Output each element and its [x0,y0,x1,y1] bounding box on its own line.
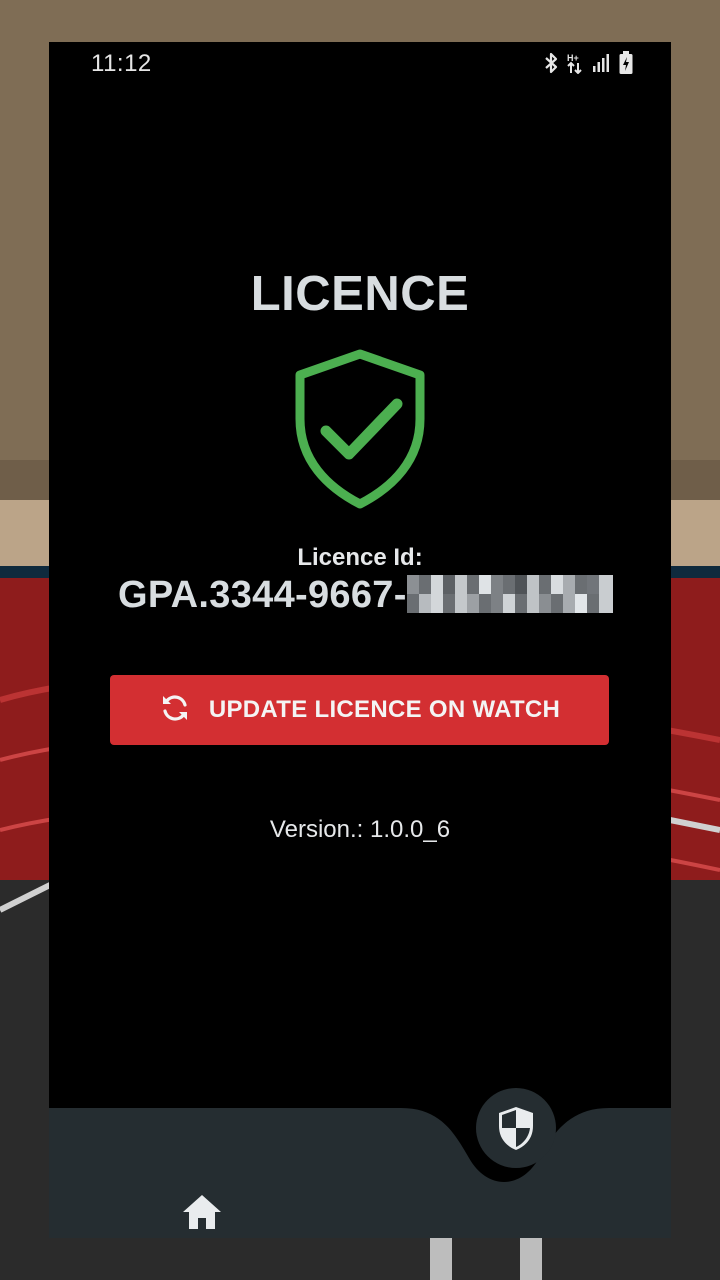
version-text: Version.: 1.0.0_6 [269,816,451,843]
licence-id-label: Licence Id: [297,544,423,571]
status-time: 11:12 [91,50,152,77]
licence-id-value: GPA.3344-9667- [118,574,613,617]
battery-charging-icon [619,51,633,80]
svg-text:H+: H+ [567,53,579,63]
status-bar: 11:12 H+ [49,42,671,86]
status-icons: H+ [544,51,633,80]
page-title: LICENCE [250,267,470,321]
phone-screen: 11:12 H+ LICENCE Licence Id: GPA.3344-96… [49,42,671,1238]
shield-half-icon [499,1107,533,1150]
redacted-pixelation [406,574,613,613]
shield-check-icon [293,348,427,515]
sync-icon [159,692,191,729]
nav-licence-button[interactable] [476,1088,556,1168]
bottom-nav-surface [49,1108,671,1238]
licence-id-text: GPA.3344-9667- [118,574,407,616]
signal-icon [592,53,610,78]
update-licence-button-label: UPDATE LICENCE ON WATCH [208,696,561,723]
bluetooth-icon [544,52,558,79]
bottom-navigation [49,1104,671,1238]
update-licence-button[interactable]: UPDATE LICENCE ON WATCH [110,675,609,745]
nav-home-button[interactable] [181,1192,223,1237]
data-arrows-icon: H+ [567,52,583,79]
home-icon [183,1195,221,1229]
